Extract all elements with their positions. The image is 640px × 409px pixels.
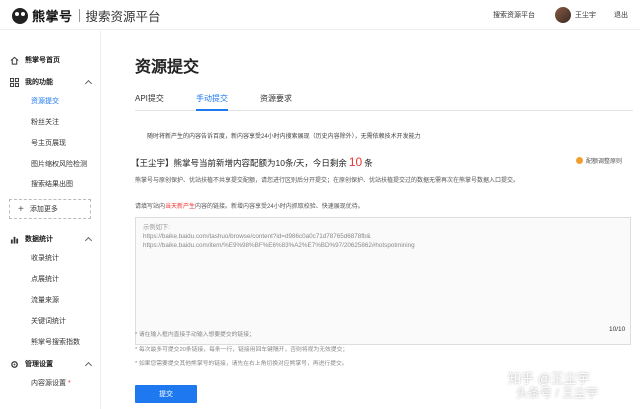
tab-resource-requirements[interactable]: 资源要求: [260, 93, 292, 111]
page-title: 资源提交: [135, 59, 200, 76]
sidebar-item-homepage-display[interactable]: 号主页展现: [0, 136, 101, 150]
rules-list: * 请在输入框内直接手动输入想要提交的链接； * 每次最多可提交20条链接，每条…: [135, 328, 348, 372]
description-text: 熊掌号与原创保护、优站扶植不共享提交配额，请您进行区别后分开提交；在原创保护、优…: [135, 178, 520, 184]
hint-prefix: 请填写站内: [135, 204, 166, 210]
home-icon: [10, 56, 19, 65]
username[interactable]: 王尘宇: [575, 10, 596, 20]
main-content: 资源提交 API提交 手动提交 资源要求 随时将新产生的内容告诉百度，新内容享受…: [101, 31, 640, 409]
avatar[interactable]: [555, 7, 571, 23]
sidebar-item-search-image[interactable]: 搜索结果出图: [0, 177, 101, 191]
chevron-up-icon: [84, 236, 93, 245]
grid-icon: [10, 77, 19, 87]
sidebar-group-label: 管理设置: [25, 361, 53, 368]
url-textarea[interactable]: 示例如下: https://baike.baidu.com/tashuo/bro…: [135, 217, 631, 345]
watermark-line2: 头条号 / 王尘宇: [516, 386, 599, 400]
required-star: *: [68, 379, 71, 387]
logo-text: 熊掌号: [32, 9, 73, 24]
sidebar-group-label: 我的功能: [25, 79, 53, 86]
info-dot-icon: [576, 157, 583, 164]
char-count: 10/10: [609, 326, 626, 333]
quota-suffix: 条: [364, 158, 373, 168]
sidebar-group-label: 数据统计: [25, 236, 53, 243]
sidebar-item-label: 图片缩权风险检测: [31, 161, 87, 168]
sidebar-item-label: 内容源设置: [31, 380, 66, 387]
sidebar-item-label: 资源提交: [31, 98, 59, 105]
logo[interactable]: 熊掌号 搜索资源平台: [12, 6, 161, 25]
gear-icon: [11, 360, 18, 368]
tab-manual-submit[interactable]: 手动提交: [196, 93, 228, 111]
add-more-button[interactable]: + 添加更多: [9, 199, 91, 219]
sidebar-group-data-stats[interactable]: 数据统计: [0, 232, 101, 246]
sidebar-item-label: 熊掌号首页: [25, 57, 60, 64]
hint-highlight: 当天新产生: [165, 204, 196, 210]
plus-icon: +: [18, 203, 24, 215]
platform-name: 搜索资源平台: [85, 10, 161, 24]
platform-link[interactable]: 搜索资源平台: [493, 10, 535, 20]
tab-bar: API提交 手动提交 资源要求: [135, 93, 633, 111]
tab-api-submit[interactable]: API提交: [135, 93, 164, 111]
rule-item: * 请在输入框内直接手动输入想要提交的链接；: [135, 332, 255, 338]
quota-rule-label: 配额调整原则: [586, 159, 623, 165]
sidebar-item-resource-submit[interactable]: 资源提交: [0, 94, 101, 108]
hint-suffix: 内容的链接。新增内容享受24小时内抓取校验、快速展现优待。: [195, 204, 364, 210]
sidebar-item-image-risk[interactable]: 图片缩权风险检测: [0, 157, 101, 171]
sidebar-item-label: 流量来源: [31, 297, 59, 304]
textarea-line: https://baike.baidu.com/tashuo/browse/co…: [143, 233, 371, 240]
sidebar-item-content-source[interactable]: 内容源设置 *: [0, 376, 101, 390]
watermark: 知乎 @王尘宇 头条号 / 王尘宇: [508, 371, 599, 401]
sidebar-group-management[interactable]: 管理设置: [0, 357, 101, 371]
sidebar-item-keyword-stats[interactable]: 关键词统计: [0, 314, 101, 328]
logout-link[interactable]: 退出: [614, 10, 628, 20]
sidebar-item-index-stats[interactable]: 收录统计: [0, 251, 101, 265]
sidebar-item-search-index[interactable]: 熊掌号搜索指数: [0, 335, 101, 349]
sidebar-group-my-functions[interactable]: 我的功能: [0, 75, 101, 89]
submit-button[interactable]: 提交: [135, 385, 197, 403]
top-bar: 熊掌号 搜索资源平台 搜索资源平台 王尘宇 退出: [0, 0, 640, 30]
sidebar-item-label: 关键词统计: [31, 318, 66, 325]
chevron-up-icon: [84, 361, 93, 370]
sidebar-item-home[interactable]: 熊掌号首页: [0, 53, 101, 67]
notice-text: 随时将新产生的内容告诉百度，新内容享受24小时内搜索展现（历史内容除外），无需依…: [147, 134, 421, 140]
chevron-up-icon: [84, 79, 93, 88]
bear-paw-icon: [12, 7, 28, 24]
quota-prefix: 【王尘宇】熊掌号当前新增内容配额为10条/天，今日剩余: [131, 158, 347, 168]
sidebar-item-label: 粉丝关注: [31, 119, 59, 126]
textarea-placeholder-title: 示例如下:: [143, 224, 170, 231]
bar-chart-icon: [10, 236, 19, 244]
sidebar-item-click-stats[interactable]: 点展统计: [0, 272, 101, 286]
logo-divider: [78, 9, 80, 22]
sidebar-item-label: 点展统计: [31, 276, 59, 283]
sidebar-item-label: 搜索结果出图: [31, 181, 73, 188]
rule-item: * 每次最多可提交20条链接，每条一行，链接用回车键隔开，否则将视为无效提交；: [135, 346, 349, 353]
sidebar: 熊掌号首页 我的功能 资源提交 粉丝关注 号主页展现 图片缩权风险检测 搜索结果…: [0, 31, 101, 409]
hint-text: 请填写站内当天新产生内容的链接。新增内容享受24小时内抓取校验、快速展现优待。: [135, 201, 364, 210]
sidebar-item-traffic-source[interactable]: 流量来源: [0, 293, 101, 307]
quota-rule-link[interactable]: 配额调整原则: [576, 156, 622, 165]
textarea-line: https://baike.baidu.com/item/%E9%98%BF%E…: [143, 242, 415, 249]
sidebar-item-label: 收录统计: [31, 255, 59, 262]
add-more-label: 添加更多: [29, 206, 58, 213]
user-area: 搜索资源平台 王尘宇 退出: [493, 0, 628, 30]
rule-item: * 如果您需要提交其他熊掌号的链接，请先在右上角切换对应熊掌号，再进行提交。: [135, 361, 348, 367]
watermark-line1: 知乎 @王尘宇: [508, 371, 590, 386]
sidebar-item-label: 熊掌号搜索指数: [31, 339, 80, 346]
quota-remaining: 10: [348, 155, 363, 169]
quota-text: 【王尘宇】熊掌号当前新增内容配额为10条/天，今日剩余 10 条: [131, 155, 373, 169]
sidebar-item-fans[interactable]: 粉丝关注: [0, 115, 101, 129]
sidebar-item-label: 号主页展现: [31, 140, 66, 147]
